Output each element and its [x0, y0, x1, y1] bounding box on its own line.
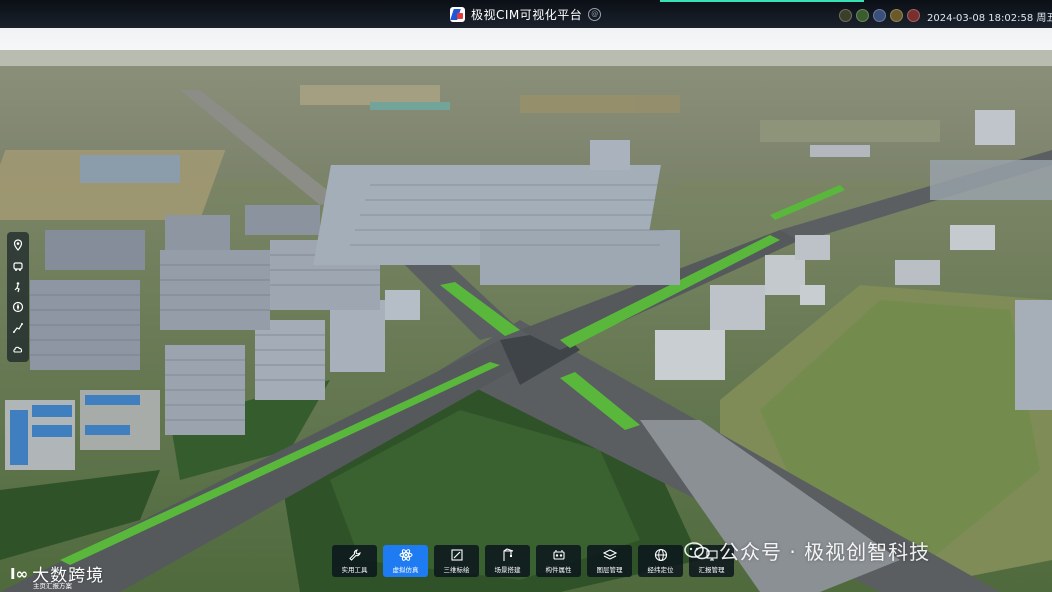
bottom-toolbar: 实用工具 虚拟仿真 三维标绘 场景搭建 构件属性 图层管理 经纬定位 汇报管理	[332, 545, 734, 577]
brand-subtext: 主页汇报方案	[33, 582, 72, 590]
toolbar-btn-layer-management[interactable]: 图层管理	[587, 545, 632, 577]
layers-icon	[602, 548, 617, 562]
component-icon	[552, 548, 566, 562]
toolbar-label: 图层管理	[596, 566, 623, 574]
toolbar-label: 实用工具	[341, 566, 368, 574]
walk-icon[interactable]	[11, 280, 25, 294]
title-badge-icon[interactable]: @	[588, 7, 602, 21]
toolbar-btn-coordinate-locate[interactable]: 经纬定位	[638, 545, 683, 577]
status-icon-group	[839, 9, 920, 22]
humidity-icon[interactable]	[873, 9, 886, 22]
toolbar-label: 经纬定位	[647, 566, 674, 574]
toolbar-label: 场景搭建	[494, 566, 521, 574]
temperature-icon[interactable]	[856, 9, 869, 22]
wrench-icon	[348, 548, 362, 562]
top-header-bar: 极视CIM可视化平台 @ 2024-03-08 18:02:58 周五	[0, 0, 1052, 28]
app-title-group: 极视CIM可视化平台 @	[450, 5, 602, 23]
toolbar-label: 汇报管理	[698, 566, 725, 574]
header-accent-line	[660, 0, 864, 2]
aerial-city-map[interactable]	[0, 0, 1052, 592]
vehicle-icon[interactable]	[11, 259, 25, 273]
compass-icon[interactable]	[11, 300, 25, 314]
left-tool-panel	[7, 232, 29, 362]
toolbar-label: 三维标绘	[443, 566, 470, 574]
watermark-text: 公众号 · 极视创智科技	[719, 540, 931, 564]
toolbar-btn-component-properties[interactable]: 构件属性	[536, 545, 581, 577]
route-icon[interactable]	[11, 321, 25, 335]
alert-icon[interactable]	[907, 9, 920, 22]
draw-icon	[450, 548, 464, 562]
toolbar-btn-3d-plotting[interactable]: 三维标绘	[434, 545, 479, 577]
app-logo	[450, 6, 465, 22]
atom-icon	[399, 548, 413, 562]
weather-icon[interactable]	[839, 9, 852, 22]
toolbar-btn-utilities[interactable]: 实用工具	[332, 545, 377, 577]
brand-logo-mark: I∞	[10, 564, 29, 583]
weather-cloud-icon[interactable]	[11, 342, 25, 356]
wechat-icon	[683, 541, 711, 561]
toolbar-btn-scene-building[interactable]: 场景搭建	[485, 545, 530, 577]
crane-icon	[501, 548, 515, 562]
datetime-display: 2024-03-08 18:02:58 周五	[927, 13, 1052, 24]
wechat-watermark: 公众号 · 极视创智科技	[683, 536, 930, 565]
location-pin-icon[interactable]	[11, 238, 25, 252]
toolbar-label: 构件属性	[545, 566, 572, 574]
toolbar-btn-virtual-simulation[interactable]: 虚拟仿真	[383, 545, 428, 577]
toolbar-label: 虚拟仿真	[392, 566, 419, 574]
globe-icon	[654, 548, 668, 562]
wind-icon[interactable]	[890, 9, 903, 22]
app-title: 极视CIM可视化平台	[471, 7, 583, 22]
